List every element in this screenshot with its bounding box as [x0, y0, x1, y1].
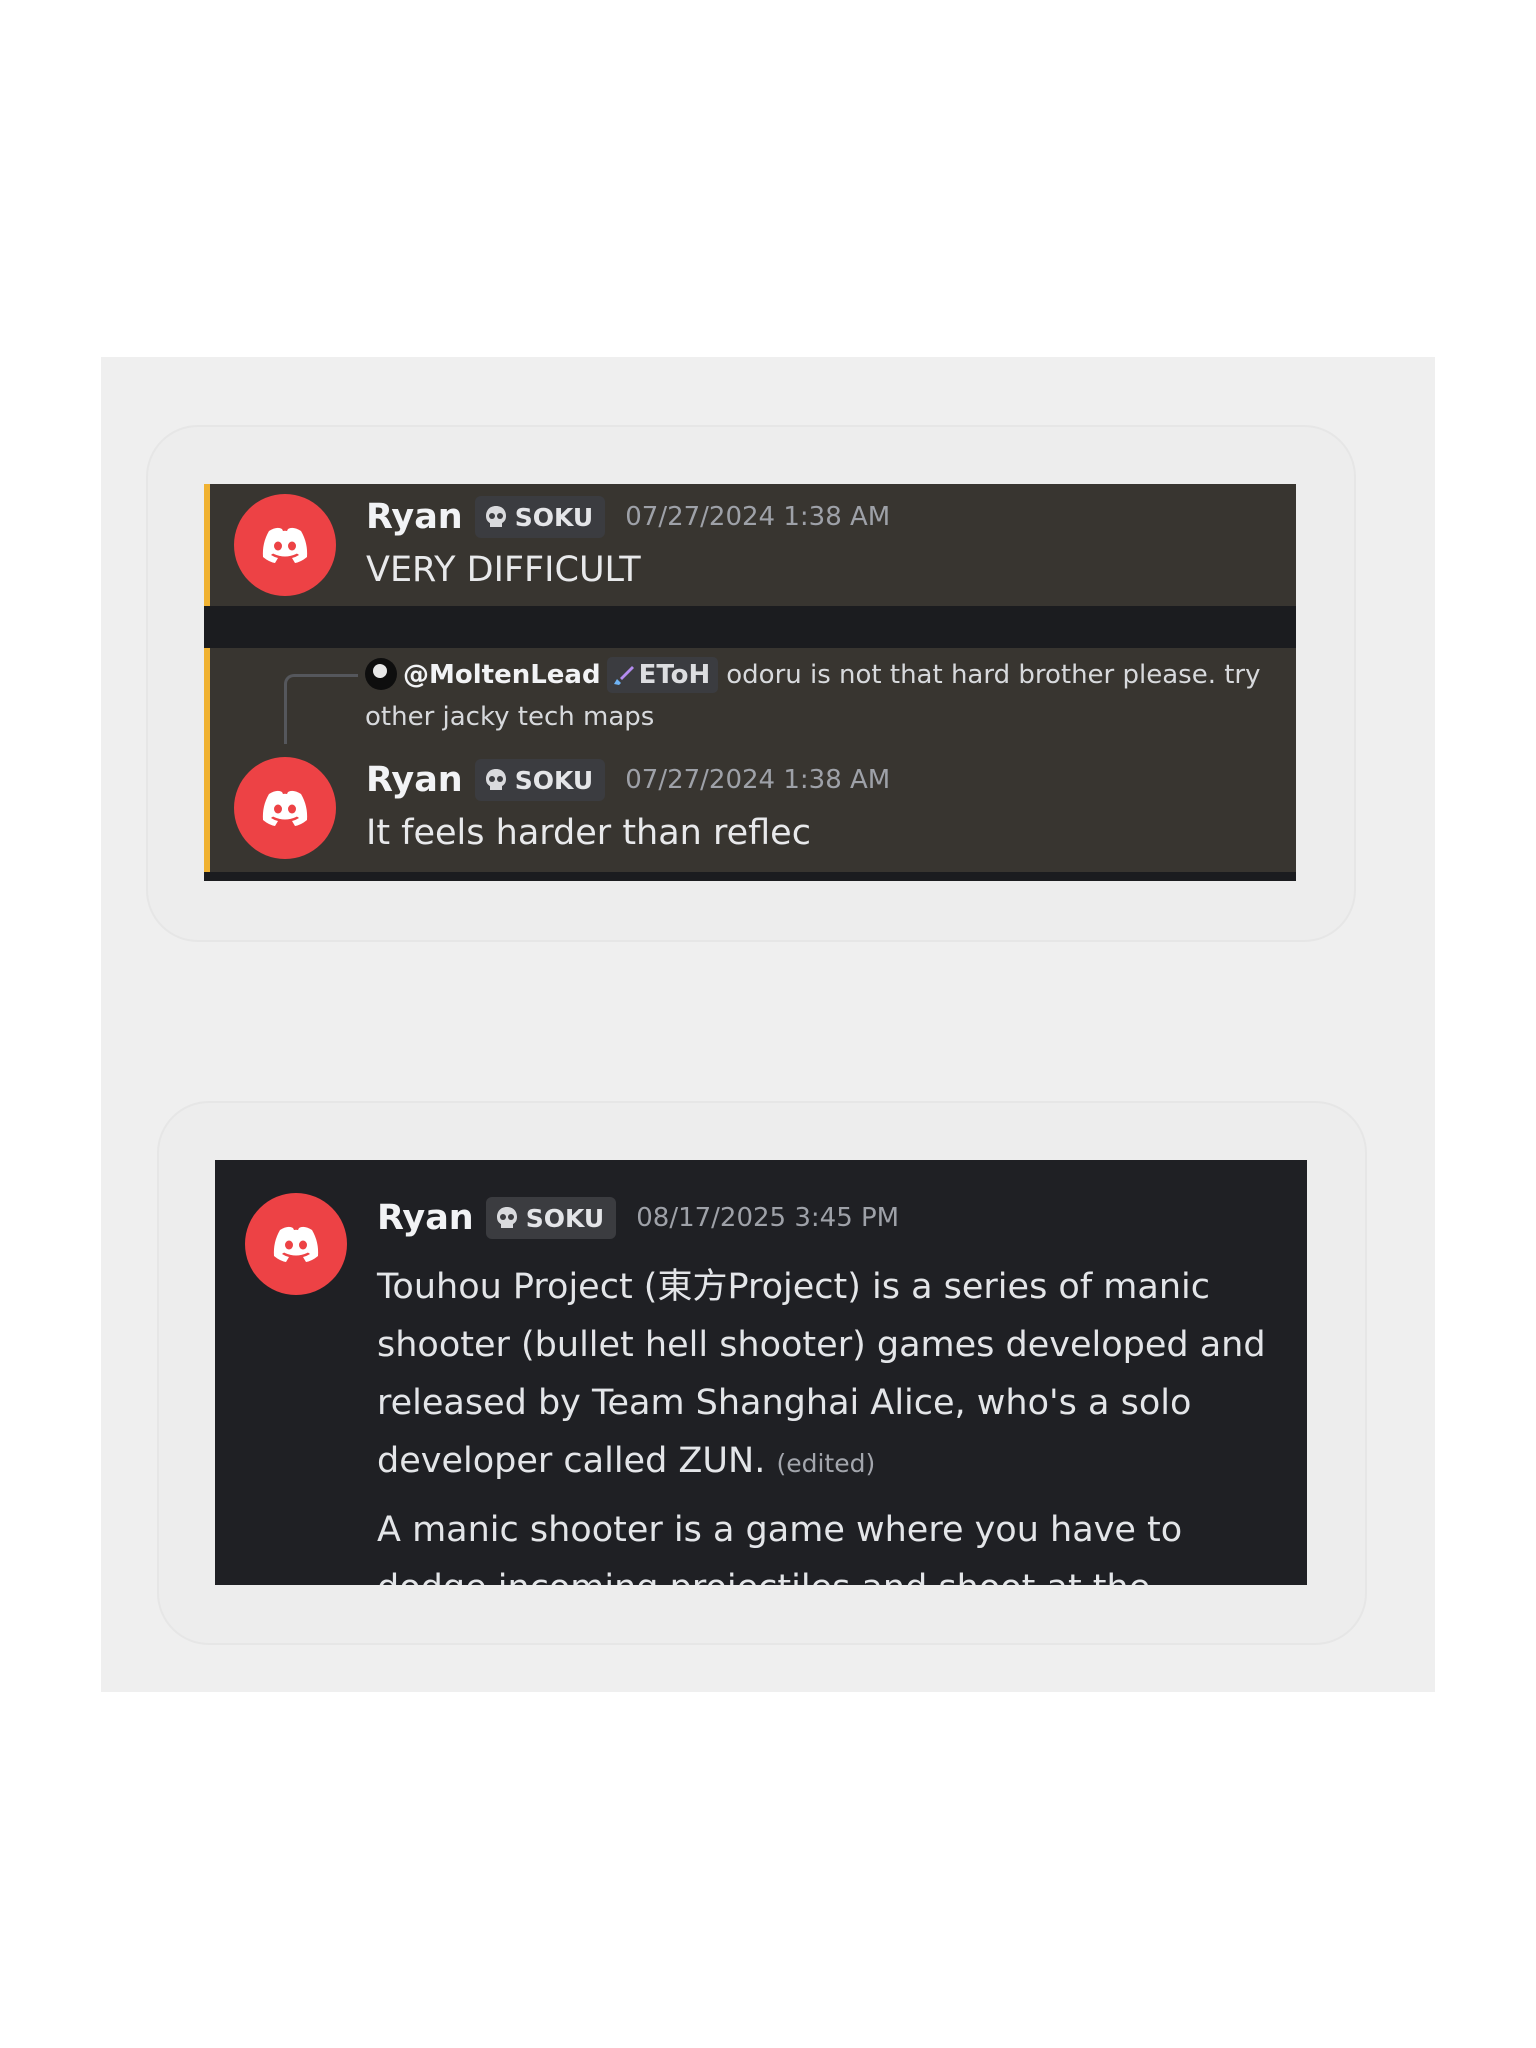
reply-avatar — [365, 658, 397, 690]
role-tag-label: SOKU — [514, 765, 594, 795]
sword-icon — [613, 666, 634, 685]
timestamp: 07/27/2024 1:38 AM — [625, 765, 891, 795]
reply-username[interactable]: @MoltenLead — [403, 660, 601, 690]
discord-logo-icon — [273, 1226, 319, 1262]
skull-icon — [485, 769, 506, 790]
role-tag[interactable]: SOKU — [485, 1197, 617, 1239]
role-tag[interactable]: SOKU — [474, 759, 606, 801]
discord-logo-icon — [262, 527, 308, 563]
message-text: It feels harder than reflec — [366, 813, 811, 853]
author-name[interactable]: Ryan — [366, 760, 463, 800]
avatar[interactable] — [245, 1193, 347, 1295]
message-paragraph: A manic shooter is a game where you have… — [377, 1510, 1183, 1585]
message-header: Ryan SOKU 08/17/2025 3:45 PM — [377, 1197, 899, 1239]
message-header: Ryan SOKU 07/27/2024 1:38 AM — [366, 496, 890, 538]
discord-logo-icon — [262, 790, 308, 826]
avatar[interactable] — [234, 494, 336, 596]
message-text: VERY DIFFICULT — [366, 550, 641, 590]
author-name[interactable]: Ryan — [377, 1198, 474, 1238]
message-header: Ryan SOKU 07/27/2024 1:38 AM — [366, 759, 890, 801]
skull-icon — [496, 1207, 517, 1228]
edited-label: (edited) — [776, 1449, 876, 1478]
timestamp: 08/17/2025 3:45 PM — [636, 1203, 900, 1233]
message-paragraph: Touhou Project (東方Project) is a series o… — [377, 1258, 1297, 1493]
skull-icon — [485, 506, 506, 527]
chat-panel-1: Ryan SOKU 07/27/2024 1:38 AM VERY DIFFIC… — [204, 484, 1296, 881]
reply-role-tag: EToH — [606, 657, 719, 693]
role-tag-label: SOKU — [525, 1203, 605, 1233]
author-name[interactable]: Ryan — [366, 497, 463, 537]
role-tag[interactable]: SOKU — [474, 496, 606, 538]
timestamp: 07/27/2024 1:38 AM — [625, 502, 891, 532]
role-tag-label: SOKU — [514, 502, 594, 532]
reply-connector — [284, 674, 358, 744]
reply-role-tag-label: EToH — [638, 660, 711, 690]
reply-preview[interactable]: @MoltenLead EToH odoru is not that hard br… — [365, 654, 1265, 738]
avatar[interactable] — [234, 757, 336, 859]
chat-panel-2: Ryan SOKU 08/17/2025 3:45 PM Touhou Proj… — [215, 1160, 1307, 1585]
message-body: Touhou Project (東方Project) is a series o… — [377, 1258, 1297, 1585]
